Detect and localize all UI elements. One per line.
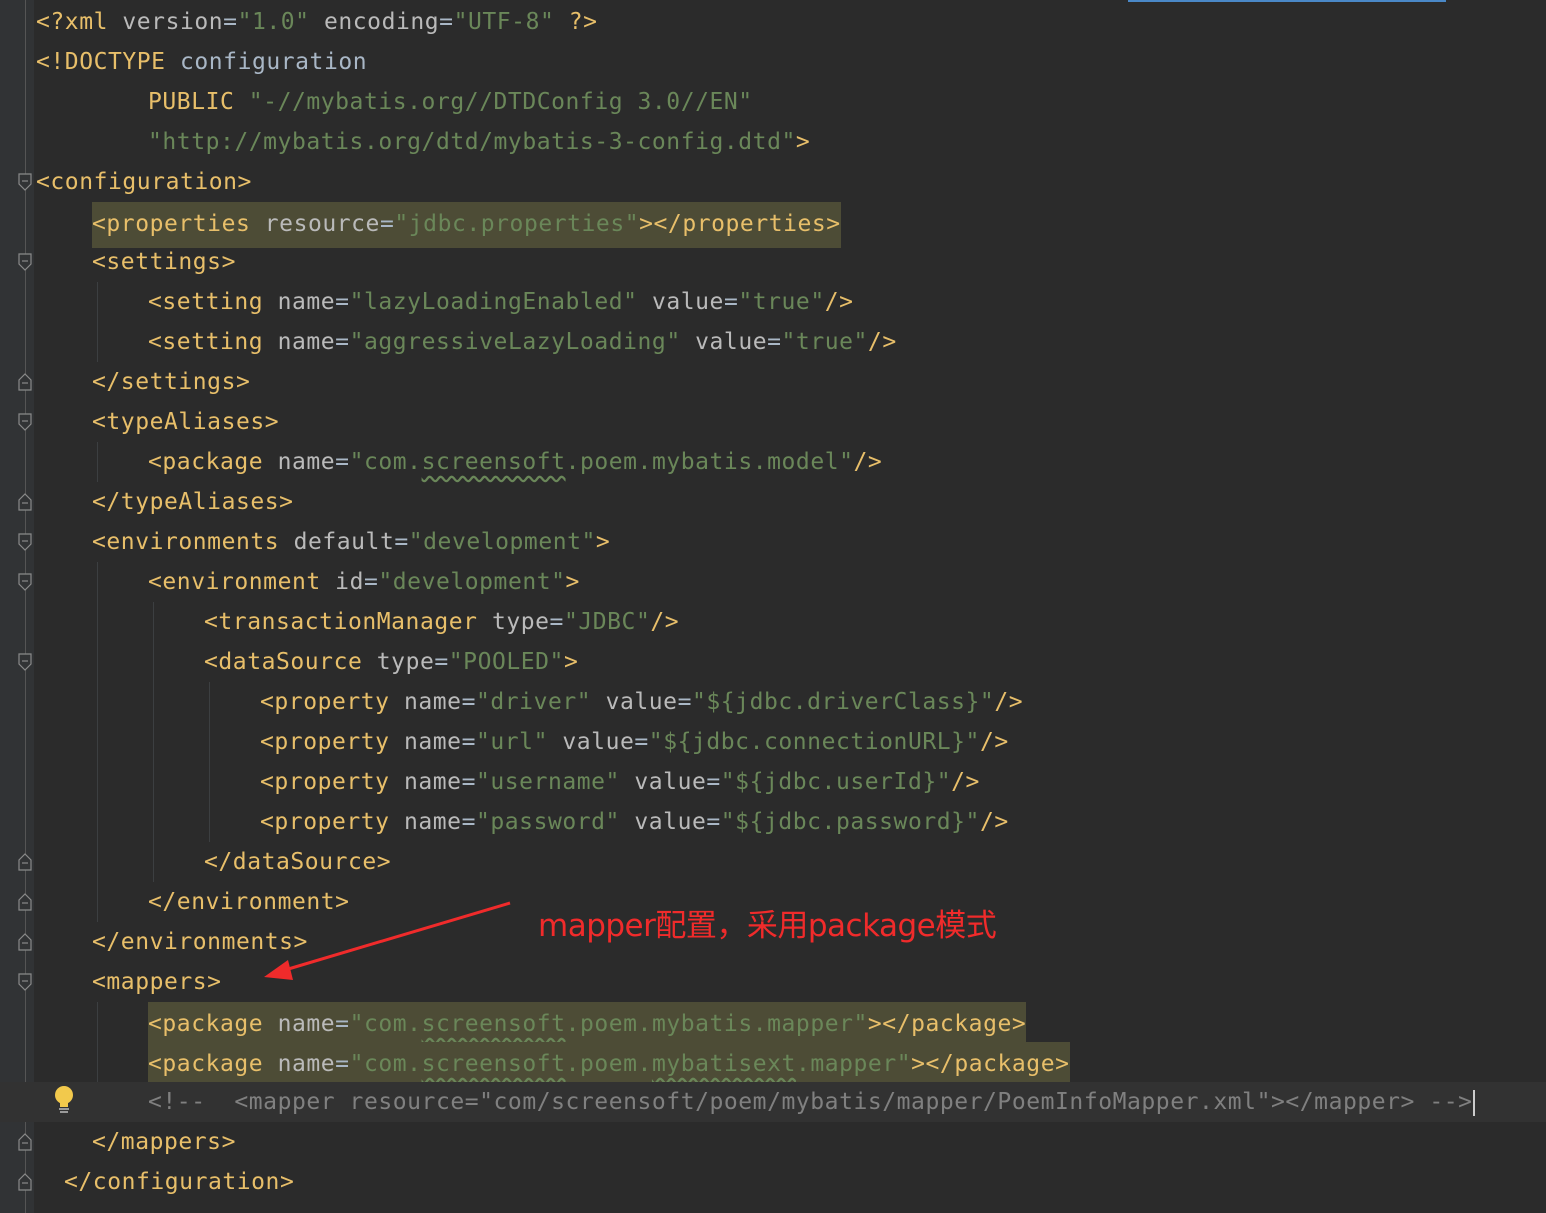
annotation-arrow [264,901,511,980]
annotation-label: mapper配置，采用package模式 [538,908,997,944]
code-editor[interactable]: <?xml version="1.0" encoding="UTF-8" ?> <… [0,0,1546,1213]
